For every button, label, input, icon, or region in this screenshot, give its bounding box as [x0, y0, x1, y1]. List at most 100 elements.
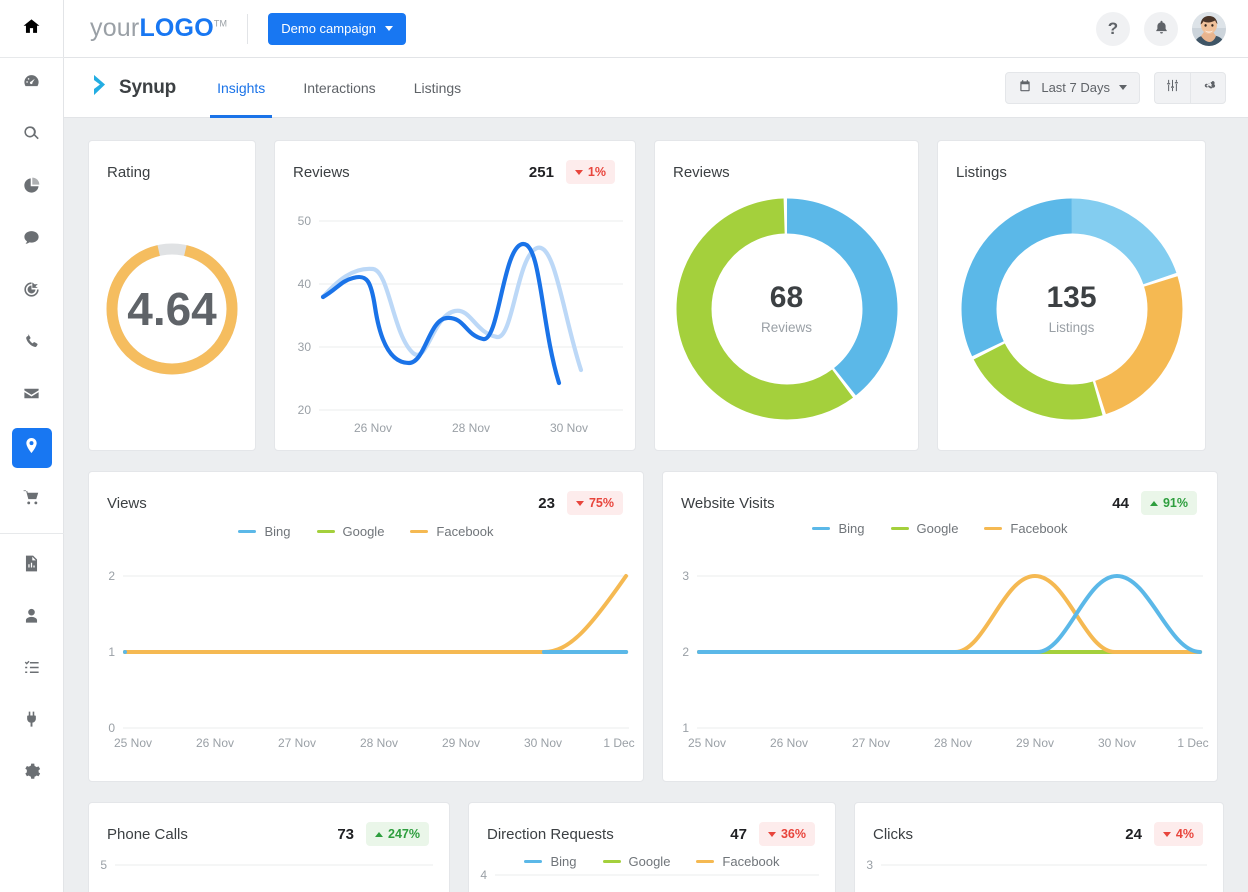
metric-value: 23 — [538, 494, 555, 512]
plug-icon — [22, 710, 41, 734]
sidebar-item-search[interactable] — [12, 116, 52, 156]
help-button[interactable]: ? — [1096, 11, 1130, 46]
card-title: Website Visits — [681, 494, 775, 512]
tab-listings[interactable]: Listings — [395, 58, 480, 118]
topbar: yourLOGOTM Demo campaign ? — [64, 0, 1248, 58]
metric-value: 24 — [1125, 825, 1142, 843]
ytick-50: 50 — [298, 214, 312, 228]
xtick-28nov: 28 Nov — [452, 421, 490, 435]
xtick-25nov: 25 Nov — [688, 736, 726, 750]
date-range-selector[interactable]: Last 7 Days — [1005, 71, 1140, 104]
change-value: 247% — [388, 827, 420, 841]
triangle-down-icon — [1162, 831, 1171, 837]
campaign-selector-button[interactable]: Demo campaign — [268, 12, 406, 45]
card-clicks: Clicks 24 4% 3 — [854, 802, 1224, 892]
legend-item-bing[interactable]: Bing — [812, 521, 865, 536]
sidebar-item-settings[interactable] — [12, 754, 52, 794]
change-badge: 1% — [565, 160, 615, 184]
ytick-1: 1 — [108, 645, 115, 659]
reviews-trend-chart: 50 40 30 20 26 Nov 28 Nov 30 Nov — [298, 214, 623, 435]
rating-gauge: 4.64 — [89, 209, 255, 409]
card-listings-breakdown: Listings 135 Listings — [937, 140, 1206, 451]
sidebar-item-integrations[interactable] — [12, 702, 52, 742]
pie-chart-icon — [22, 176, 41, 200]
legend-item-facebook[interactable]: Facebook — [984, 521, 1068, 536]
tab-interactions[interactable]: Interactions — [284, 58, 394, 118]
legend-label-bing: Bing — [550, 854, 577, 869]
ytick-0: 0 — [108, 721, 115, 735]
chat-bubble-icon — [22, 228, 41, 252]
chevron-down-icon — [1119, 85, 1127, 90]
share-button[interactable] — [1190, 71, 1226, 104]
legend-swatch-google — [890, 526, 909, 531]
card-reviews-trend: Reviews 251 1% 50 40 30 20 26 Nov 28 Nov… — [274, 140, 636, 451]
share-icon — [1201, 78, 1216, 98]
legend-item-bing[interactable]: Bing — [238, 524, 291, 539]
logo-trademark: TM — [213, 18, 228, 29]
sidebar-item-store[interactable] — [12, 480, 52, 520]
views-chart: 2 1 0 25 Nov 26 Nov 27 Nov 28 Nov 29 Nov… — [108, 569, 634, 750]
card-title: Phone Calls — [107, 825, 188, 843]
legend-item-google[interactable]: Google — [316, 524, 385, 539]
change-value: 75% — [588, 496, 614, 510]
sidebar-item-dashboard[interactable] — [12, 64, 52, 104]
legend-item-facebook[interactable]: Facebook — [410, 524, 494, 539]
sidebar-item-messages[interactable] — [12, 220, 52, 260]
xtick-26nov: 26 Nov — [354, 421, 392, 435]
sidebar-item-email[interactable] — [12, 376, 52, 416]
legend-swatch-facebook — [696, 859, 715, 864]
legend-item-bing[interactable]: Bing — [524, 854, 577, 869]
legend-label-google: Google — [342, 524, 385, 539]
sidebar-item-reports[interactable] — [12, 546, 52, 586]
notifications-button[interactable] — [1144, 11, 1178, 46]
legend-swatch-facebook — [410, 529, 429, 534]
sidebar-item-analytics[interactable] — [12, 168, 52, 208]
target-arrow-icon — [22, 280, 41, 304]
sidebar-item-tasks[interactable] — [12, 650, 52, 690]
reviews-donut: 68 Reviews — [655, 193, 918, 425]
rating-gauge-svg — [106, 243, 238, 375]
xtick-30nov: 30 Nov — [524, 736, 562, 750]
xtick-27nov: 27 Nov — [278, 736, 316, 750]
card-phone-calls: Phone Calls 73 247% 5 — [88, 802, 450, 892]
xtick-1dec: 1 Dec — [603, 736, 634, 750]
ytick-20: 20 — [298, 403, 312, 417]
sidebar-item-users[interactable] — [12, 598, 52, 638]
change-value: 36% — [780, 827, 806, 841]
triangle-up-icon — [1149, 500, 1158, 506]
legend-item-facebook[interactable]: Facebook — [696, 854, 780, 869]
tab-insights[interactable]: Insights — [198, 58, 284, 118]
change-badge: 75% — [566, 491, 623, 515]
shopping-cart-icon — [22, 488, 41, 512]
legend-item-google[interactable]: Google — [602, 854, 671, 869]
sidebar-divider — [0, 533, 64, 534]
sidebar-item-locations[interactable] — [11, 428, 52, 468]
dashboard-row-1: Rating 4.64 Reviews 251 1% 50 40 30 20 2… — [88, 140, 1226, 451]
ytick-5: 5 — [100, 858, 107, 872]
xtick-30nov: 30 Nov — [550, 421, 588, 435]
avatar[interactable] — [1192, 11, 1226, 46]
legend-label-google: Google — [628, 854, 671, 869]
checklist-icon — [22, 658, 41, 682]
ytick-4: 4 — [480, 868, 487, 882]
tabbar: Synup Insights Interactions Listings Las… — [64, 58, 1248, 118]
legend-item-google[interactable]: Google — [890, 521, 959, 536]
card-views-header: Views 23 75% — [89, 472, 643, 516]
card-phone-calls-header: Phone Calls 73 247% — [89, 803, 449, 847]
ytick-40: 40 — [298, 277, 312, 291]
gear-icon — [22, 762, 41, 786]
topbar-divider — [247, 13, 249, 44]
card-views: Views 23 75% Bing Google Facebook 2 1 0 … — [88, 471, 644, 782]
sidebar-item-calls[interactable] — [12, 324, 52, 364]
card-website-visits: Website Visits 44 91% Bing Google Facebo… — [662, 471, 1218, 782]
sidebar-item-social[interactable] — [12, 272, 52, 312]
card-reviews-trend-header: Reviews 251 1% — [275, 141, 635, 185]
legend-label-google: Google — [916, 521, 959, 536]
dashboard-icon — [22, 72, 41, 96]
sidebar-item-home[interactable] — [0, 0, 64, 58]
metric-value: 251 — [528, 163, 554, 181]
xtick-26nov: 26 Nov — [770, 736, 808, 750]
filter-button[interactable] — [1154, 71, 1190, 104]
change-value: 4% — [1175, 827, 1194, 841]
sliders-icon — [1165, 78, 1180, 98]
